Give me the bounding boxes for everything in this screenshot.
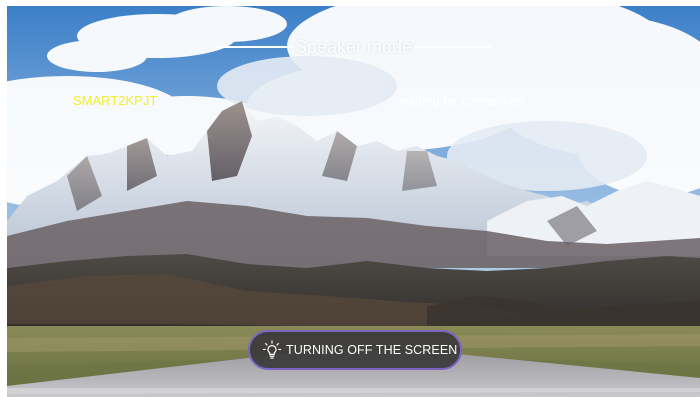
page-title: Speaker mode <box>294 36 413 57</box>
lightbulb-icon <box>262 340 282 359</box>
connection-status-text: waiting for connection...... <box>399 93 547 108</box>
title-bar: Speaker mode <box>7 32 700 62</box>
turn-off-screen-label: TURNING OFF THE SCREEN <box>286 343 458 357</box>
title-left-line <box>216 46 292 48</box>
turn-off-screen-button[interactable]: TURNING OFF THE SCREEN <box>248 330 462 370</box>
speaker-mode-screen: Speaker mode SMART2KPJT waiting for conn… <box>7 6 700 397</box>
title-right-line <box>415 46 491 48</box>
device-name-label: SMART2KPJT <box>73 93 158 108</box>
